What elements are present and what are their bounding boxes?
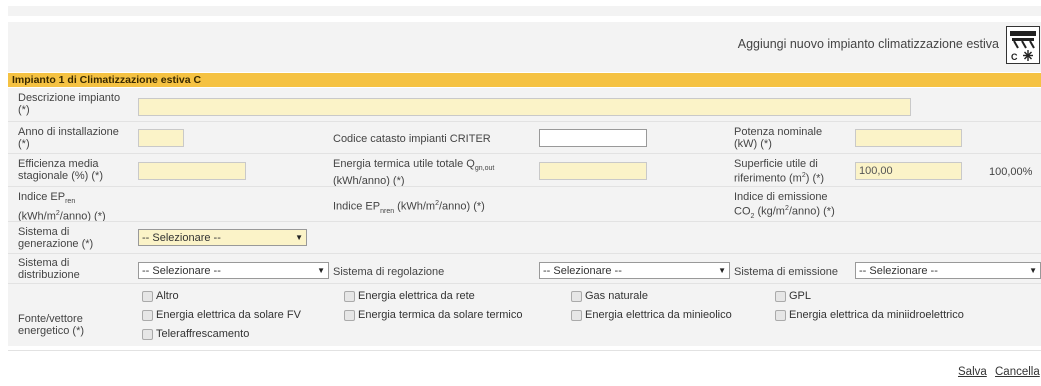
checkbox[interactable]	[344, 290, 355, 302]
criter-label: Codice catasto impianti CRITER	[333, 133, 491, 145]
dropdown-arrow-icon: ▼	[1029, 266, 1037, 275]
fonte-option-gpl[interactable]: GPL	[775, 290, 811, 302]
superficie-input[interactable]: 100,00	[855, 162, 962, 180]
energia-termica-label: Energia termica utile totale Qgn,out (kW…	[333, 158, 495, 188]
superficie-label: Superficie utile di riferimento (m2) (*)	[734, 158, 825, 185]
anno-label: Anno di installazione (*)	[18, 126, 119, 150]
dropdown-arrow-icon: ▼	[295, 233, 303, 242]
descrizione-label: Descrizione impianto (*)	[18, 92, 121, 116]
fonte-option-elettrica-rete[interactable]: Energia elettrica da rete	[344, 290, 475, 302]
checkbox[interactable]	[142, 290, 153, 302]
criter-input[interactable]	[539, 129, 647, 147]
cancel-link[interactable]: Cancella	[995, 366, 1040, 378]
emissione-select[interactable]: -- Selezionare -- ▼	[855, 262, 1041, 279]
fonte-option-teleraffrescamento[interactable]: Teleraffrescamento	[142, 328, 249, 340]
fonte-option-solare-termico[interactable]: Energia termica da solare termico	[344, 309, 522, 321]
row-divider	[8, 186, 1041, 187]
checkbox[interactable]	[142, 328, 153, 340]
emissione-label: Sistema di emissione	[734, 266, 838, 278]
top-band	[8, 6, 1041, 16]
fonte-option-gas-naturale[interactable]: Gas naturale	[571, 290, 648, 302]
row-divider	[8, 221, 1041, 222]
add-system-label[interactable]: Aggiungi nuovo impianto climatizzazione …	[738, 37, 999, 51]
section-title: Impianto 1 di Climatizzazione estiva C	[8, 73, 1041, 87]
descrizione-input[interactable]	[138, 98, 911, 116]
fonte-option-solare-fv[interactable]: Energia elettrica da solare FV	[142, 309, 301, 321]
row-divider	[8, 153, 1041, 154]
form-panel	[8, 88, 1041, 346]
footer-divider	[8, 350, 1041, 351]
checkbox[interactable]	[775, 309, 786, 321]
superficie-percent: 100,00%	[989, 166, 1033, 178]
fonte-option-minieolico[interactable]: Energia elettrica da minieolico	[571, 309, 732, 321]
fonte-label: Fonte/vettore energetico (*)	[18, 313, 85, 337]
efficienza-input[interactable]	[138, 162, 246, 180]
checkbox[interactable]	[571, 309, 582, 321]
row-divider	[8, 253, 1041, 254]
checkbox[interactable]	[142, 309, 153, 321]
dropdown-arrow-icon: ▼	[718, 266, 726, 275]
ep-ren-label: Indice EPren (kWh/m2/anno) (*)	[18, 191, 106, 223]
distribuzione-label: Sistema di distribuzione	[18, 257, 80, 281]
anno-input[interactable]	[138, 129, 184, 147]
fonte-option-altro[interactable]: Altro	[142, 290, 179, 302]
potenza-label: Potenza nominale (kW) (*)	[734, 126, 823, 150]
efficienza-label: Efficienza media stagionale (%) (*)	[18, 158, 103, 182]
checkbox[interactable]	[571, 290, 582, 302]
row-divider	[8, 121, 1041, 122]
generazione-label: Sistema di generazione (*)	[18, 226, 94, 250]
regolazione-select[interactable]: -- Selezionare -- ▼	[539, 262, 730, 279]
dropdown-arrow-icon: ▼	[317, 266, 325, 275]
row-divider	[8, 283, 1041, 284]
checkbox[interactable]	[775, 290, 786, 302]
generazione-select[interactable]: -- Selezionare -- ▼	[138, 229, 307, 246]
svg-text:C: C	[1011, 52, 1018, 62]
fonte-option-miniidroelettrico[interactable]: Energia elettrica da miniidroelettrico	[775, 309, 964, 321]
energia-termica-input[interactable]	[539, 162, 647, 180]
save-link[interactable]: Salva	[958, 366, 987, 378]
regolazione-label: Sistema di regolazione	[333, 266, 445, 278]
potenza-input[interactable]	[855, 129, 962, 147]
checkbox[interactable]	[344, 309, 355, 321]
add-cooling-system-icon[interactable]: C	[1006, 26, 1040, 64]
co2-label: Indice di emissione CO2 (kg/m2/anno) (*)	[734, 191, 835, 220]
ep-nren-label: Indice EPnren (kWh/m2/anno) (*)	[333, 200, 485, 215]
distribuzione-select[interactable]: -- Selezionare -- ▼	[138, 262, 329, 279]
